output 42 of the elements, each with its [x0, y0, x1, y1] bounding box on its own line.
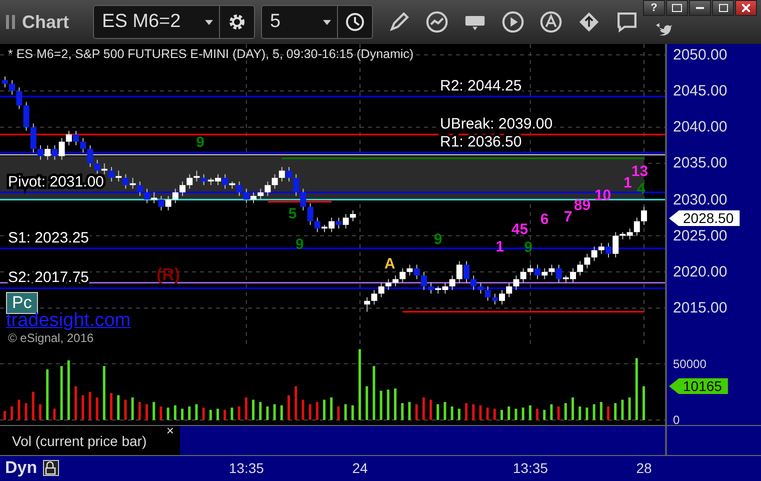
time-axis-label: 13:35	[512, 460, 548, 476]
price-axis-label: 2030.00	[673, 191, 728, 208]
level-label: R2: 2044.25	[440, 77, 522, 94]
count-marker: 13	[631, 163, 648, 180]
level-label: R1: 2036.50	[440, 134, 522, 151]
price-axis-label: 2025.00	[673, 227, 728, 244]
count-marker: 89	[574, 197, 591, 214]
price-axis-label: 2035.00	[673, 154, 728, 172]
last-price-tag: 2028.50	[669, 210, 740, 226]
volume-axis-label: 50000	[673, 356, 706, 371]
count-marker: 7	[564, 208, 572, 226]
price-axis-label: 2045.00	[673, 82, 728, 100]
level-label: Pivot: 2031.00	[8, 173, 104, 190]
count-marker: 5	[288, 206, 297, 223]
symbol-field[interactable]: ES M6=2	[93, 5, 256, 39]
help-button[interactable]: ?	[643, 0, 665, 16]
count-marker: 1	[624, 174, 632, 192]
level-label: UBreak: 2039.00	[440, 115, 553, 132]
level-label: S1: 2023.25	[8, 229, 89, 246]
price-axis-label: 2020.00	[673, 263, 728, 280]
count-marker: 9	[196, 134, 204, 152]
close-study-button[interactable]: ×	[166, 423, 174, 438]
price-axis-label: 2050.00	[673, 46, 728, 64]
level-label: S2: 2017.75	[8, 269, 89, 286]
count-marker: (R)	[156, 265, 180, 284]
time-axis-label: 13:35	[228, 460, 264, 476]
count-marker: A	[384, 256, 396, 273]
mode-label: Dyn	[5, 458, 38, 478]
study-label: Vol (current price bar)	[12, 432, 147, 448]
interval-field[interactable]: 5	[261, 5, 374, 39]
window-title: Chart	[22, 12, 70, 32]
price-axis-label: 2040.00	[673, 118, 728, 136]
time-axis-label: 28	[636, 460, 652, 476]
copyright-text: © eSignal, 2016	[8, 331, 94, 345]
count-marker: 6	[540, 210, 549, 228]
count-marker: 45	[511, 220, 528, 238]
price-axis-label: 2015.00	[673, 300, 728, 317]
chart-title: * ES M6=2, S&P 500 FUTURES E-MINI (DAY), 5, 09:30-16:15 (Dynamic)	[8, 47, 414, 61]
last-volume-tag: 10165	[669, 378, 728, 394]
time-axis-label: 24	[352, 460, 368, 476]
count-marker: 9	[434, 231, 442, 248]
volume-axis-label: 0	[673, 412, 680, 427]
